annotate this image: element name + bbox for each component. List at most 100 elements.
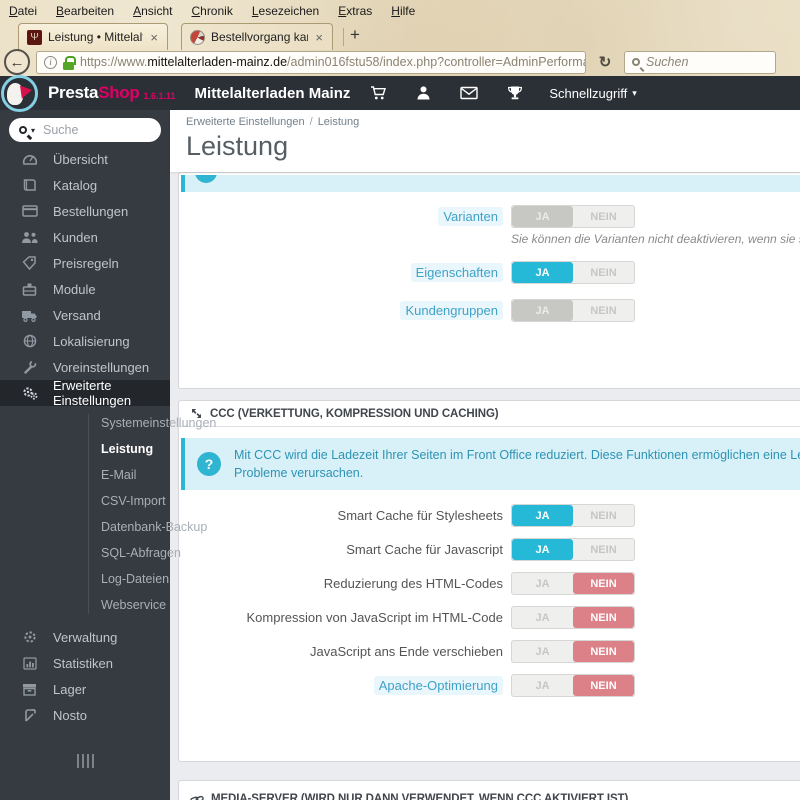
- sidebar-item-verwaltung[interactable]: Verwaltung: [0, 624, 170, 650]
- kundengruppen-label[interactable]: Kundengruppen: [400, 301, 503, 320]
- js-ans-ende-label: JavaScript ans Ende verschieben: [310, 644, 503, 659]
- cart-icon[interactable]: [370, 85, 387, 101]
- wrench-icon: [21, 360, 38, 374]
- info-alert-partial: [181, 175, 800, 192]
- close-tab-icon[interactable]: ×: [149, 30, 159, 45]
- apache-optimierung-label[interactable]: Apache-Optimierung: [373, 676, 503, 695]
- sidebar-item-katalog[interactable]: Katalog: [0, 172, 170, 198]
- browser-search-input[interactable]: Suchen: [624, 50, 776, 74]
- sidebar-subitem-email[interactable]: E-Mail: [0, 462, 170, 488]
- toggle-yes-button[interactable]: JA: [512, 206, 573, 227]
- employee-icon[interactable]: [416, 85, 431, 101]
- sidebar-item-module[interactable]: Module: [0, 276, 170, 302]
- toggle-no-button[interactable]: NEIN: [573, 641, 634, 662]
- js-ans-ende-toggle[interactable]: JA NEIN: [511, 640, 635, 663]
- toggle-no-button[interactable]: NEIN: [573, 262, 634, 283]
- eigenschaften-label[interactable]: Eigenschaften: [410, 263, 503, 282]
- toggle-no-button[interactable]: NEIN: [573, 206, 634, 227]
- eigenschaften-toggle[interactable]: JA NEIN: [511, 261, 635, 284]
- prestashop-logo[interactable]: [1, 74, 38, 112]
- toggle-no-button[interactable]: NEIN: [573, 607, 634, 628]
- archive-icon: [21, 683, 38, 696]
- html-reduzierung-label: Reduzierung des HTML-Codes: [323, 576, 503, 591]
- gear-icon: [21, 630, 38, 644]
- sidebar-subitem-csv-import[interactable]: CSV-Import: [0, 488, 170, 514]
- toggle-no-button[interactable]: NEIN: [573, 539, 634, 560]
- sidebar-item-bestellungen[interactable]: Bestellungen: [0, 198, 170, 224]
- toggle-yes-button[interactable]: JA: [512, 573, 573, 594]
- sidebar-item-erweiterte-einstellungen[interactable]: Erweiterte Einstellungen: [0, 378, 170, 408]
- menu-extras[interactable]: Extras: [338, 4, 372, 18]
- mail-icon[interactable]: [460, 86, 479, 100]
- sidebar-item-statistiken[interactable]: Statistiken: [0, 650, 170, 676]
- toggle-yes-button[interactable]: JA: [512, 607, 573, 628]
- toggle-yes-button[interactable]: JA: [512, 641, 573, 662]
- sidebar-subitem-log-dateien[interactable]: Log-Dateien: [0, 566, 170, 592]
- secure-lock-icon[interactable]: [63, 55, 76, 70]
- toggle-no-button[interactable]: NEIN: [573, 300, 634, 321]
- menu-datei[interactable]: Datei: [9, 4, 37, 18]
- sidebar-item-lokalisierung[interactable]: Lokalisierung: [0, 328, 170, 354]
- module-icon: [21, 282, 38, 296]
- browser-window: Datei Bearbeiten Ansicht Chronik Lesezei…: [0, 0, 800, 800]
- media-server-panel: MEDIA-SERVER (WIRD NUR DANN VERWENDET, W…: [178, 780, 800, 800]
- page-title: Leistung: [186, 131, 289, 161]
- kundengruppen-toggle[interactable]: JA NEIN: [511, 299, 635, 322]
- new-tab-button[interactable]: +: [350, 25, 366, 47]
- smart-cache-js-toggle[interactable]: JA NEIN: [511, 538, 635, 561]
- sidebar-subitem-systemeinstellungen[interactable]: Systemeinstellungen: [0, 410, 216, 436]
- sidebar-item-uebersicht[interactable]: Übersicht: [0, 146, 170, 172]
- breadcrumb-parent[interactable]: Erweiterte Einstellungen: [186, 116, 305, 128]
- quick-access-dropdown[interactable]: Schnellzugriff ▾: [549, 86, 636, 101]
- shop-name-link[interactable]: Mittelalterladen Mainz: [195, 85, 351, 102]
- menu-bearbeiten[interactable]: Bearbeiten: [56, 4, 114, 18]
- sidebar-subitem-sql-abfragen[interactable]: SQL-Abfragen: [0, 540, 181, 566]
- sidebar-item-preisregeln[interactable]: Preisregeln: [0, 250, 170, 276]
- js-kompression-toggle[interactable]: JA NEIN: [511, 606, 635, 629]
- menu-hilfe[interactable]: Hilfe: [391, 4, 415, 18]
- toggle-yes-button[interactable]: JA: [512, 539, 573, 560]
- info-text-line1: Mit CCC wird die Ladezeit Ihrer Seiten i…: [234, 448, 800, 462]
- sidebar-item-kunden[interactable]: Kunden: [0, 224, 170, 250]
- trophy-icon[interactable]: [507, 85, 523, 101]
- varianten-toggle[interactable]: JA NEIN: [511, 205, 635, 228]
- tab-leistung[interactable]: Ψ Leistung • Mittelalterladen M ×: [18, 23, 168, 50]
- back-button[interactable]: ←: [4, 49, 30, 75]
- tab-bestellvorgang[interactable]: Bestellvorgang kannn nicht ×: [181, 23, 333, 50]
- users-icon: [21, 231, 38, 244]
- toggle-no-button[interactable]: NEIN: [573, 505, 634, 526]
- sidebar-collapse-handle[interactable]: [76, 754, 94, 768]
- sidebar-item-voreinstellungen[interactable]: Voreinstellungen: [0, 354, 170, 380]
- sidebar-item-lager[interactable]: Lager: [0, 676, 170, 702]
- question-icon: [195, 175, 217, 183]
- toggle-no-button[interactable]: NEIN: [573, 573, 634, 594]
- html-reduzierung-toggle[interactable]: JA NEIN: [511, 572, 635, 595]
- varianten-label[interactable]: Varianten: [438, 207, 503, 226]
- ccc-panel: CCC (VERKETTUNG, KOMPRESSION UND CACHING…: [178, 400, 800, 762]
- menu-lesezeichen[interactable]: Lesezeichen: [252, 4, 319, 18]
- toggle-no-button[interactable]: NEIN: [573, 675, 634, 696]
- sidebar-subitem-leistung[interactable]: Leistung: [0, 436, 170, 462]
- close-tab-icon[interactable]: ×: [314, 30, 324, 45]
- admin-search-input[interactable]: ▾ Suche: [9, 118, 161, 142]
- sidebar-item-versand[interactable]: Versand: [0, 302, 170, 328]
- reload-button[interactable]: ↻: [592, 50, 618, 74]
- address-bar[interactable]: i https://www.mittelalterladen-mainz.de/…: [36, 50, 586, 74]
- smart-cache-css-toggle[interactable]: JA NEIN: [511, 504, 635, 527]
- toggle-yes-button[interactable]: JA: [512, 675, 573, 696]
- search-placeholder: Suchen: [646, 55, 689, 69]
- toggle-yes-button[interactable]: JA: [512, 300, 573, 321]
- setting-row-js-ans-ende: JavaScript ans Ende verschieben JA NEIN: [179, 640, 800, 663]
- prestashop-brand: PrestaShop: [48, 83, 140, 102]
- page-info-icon[interactable]: i: [44, 55, 57, 69]
- chevron-down-icon[interactable]: ▾: [31, 126, 35, 135]
- sidebar-subitem-webservice[interactable]: Webservice: [0, 592, 170, 618]
- sidebar-item-nosto[interactable]: Nosto: [0, 702, 170, 728]
- menu-chronik[interactable]: Chronik: [191, 4, 232, 18]
- apache-optimierung-toggle[interactable]: JA NEIN: [511, 674, 635, 697]
- toggle-yes-button[interactable]: JA: [512, 262, 573, 283]
- toggle-yes-button[interactable]: JA: [512, 505, 573, 526]
- menu-ansicht[interactable]: Ansicht: [133, 4, 172, 18]
- nosto-icon: [21, 708, 38, 722]
- sidebar-subitem-datenbank-backup[interactable]: Datenbank-Backup: [0, 514, 207, 540]
